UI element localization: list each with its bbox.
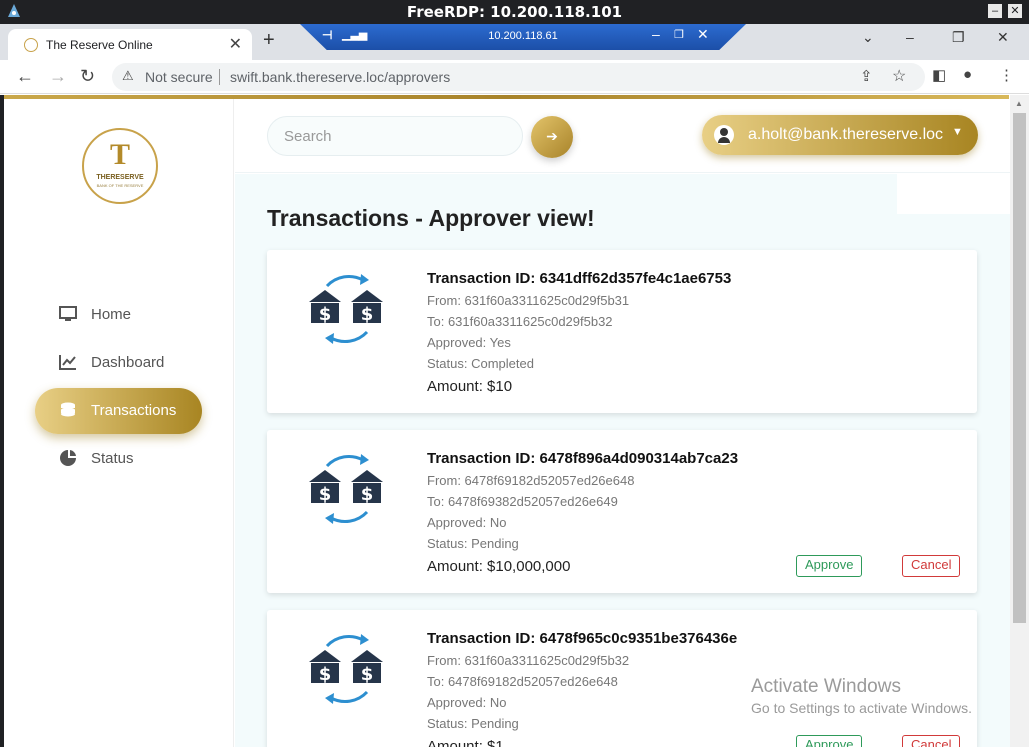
transaction-status: Status: Completed (427, 356, 534, 371)
share-icon[interactable]: ⇪ (860, 67, 873, 85)
bank-transfer-icon: $ $ (309, 454, 383, 524)
transaction-status: Status: Pending (427, 536, 519, 551)
transaction-approved: Approved: No (427, 515, 507, 530)
transaction-to: To: 6478f69382d52057ed26e649 (427, 494, 618, 509)
browser-minimize-icon[interactable]: – (906, 29, 914, 45)
browser-tab[interactable]: The Reserve Online ✕ (8, 29, 252, 60)
browser-restore-icon[interactable]: ❐ (952, 29, 965, 46)
thereserve-logo[interactable]: T THERESERVE BANK OF THE RESERVE (82, 128, 158, 204)
search-submit-button[interactable]: ➔ (531, 116, 573, 158)
topbar: ➔ a.holt@bank.thereserve.loc ▼ (235, 99, 1010, 173)
cancel-button[interactable]: Cancel (902, 735, 961, 747)
svg-text:$: $ (361, 304, 374, 325)
rdp-restore-icon[interactable]: ❐ (674, 28, 684, 41)
rdp-close-icon[interactable]: ✕ (697, 26, 709, 43)
security-label[interactable]: Not secure (145, 69, 213, 85)
back-icon[interactable]: ← (16, 66, 34, 87)
bank-transfer-icon: $ $ (309, 274, 383, 344)
bookmark-star-icon[interactable]: ☆ (892, 66, 906, 86)
menu-kebab-icon[interactable]: ⋮ (999, 66, 1014, 84)
new-tab-icon[interactable]: + (263, 29, 275, 52)
user-email: a.holt@bank.thereserve.loc (748, 126, 944, 143)
sidebar-item-dashboard[interactable]: Dashboard (35, 340, 202, 386)
svg-text:$: $ (361, 664, 374, 685)
tab-favicon-icon (24, 38, 38, 52)
sidebar-item-status[interactable]: Status (35, 436, 202, 482)
scroll-up-icon[interactable]: ▲ (1015, 99, 1023, 108)
arrow-right-icon: ➔ (546, 128, 558, 144)
caret-down-icon: ▼ (952, 126, 963, 138)
transaction-id: Transaction ID: 6478f965c0c9351be376436e (427, 630, 738, 647)
minimize-icon[interactable]: – (988, 4, 1002, 18)
reload-icon[interactable]: ↻ (80, 66, 95, 87)
main-content: Transactions - Approver view! $ $ Transa… (235, 174, 1010, 747)
search-input[interactable] (267, 116, 523, 156)
transaction-status: Status: Pending (427, 716, 519, 731)
rdp-connection-bar: ⊣ ▁▃▅ 10.200.118.61 – ❐ ✕ (300, 24, 746, 50)
rdp-window-title: FreeRDP: 10.200.118.101 (406, 3, 623, 21)
transaction-from: From: 6478f69182d52057ed26e648 (427, 473, 635, 488)
svg-text:$: $ (319, 664, 332, 685)
transaction-amount: Amount: $10 (427, 378, 513, 395)
omnibox[interactable]: ⚠ Not secure swift.bank.thereserve.loc/a… (112, 63, 925, 91)
monitor-icon (59, 306, 77, 321)
transaction-from: From: 631f60a3311625c0d29f5b32 (427, 653, 630, 668)
user-menu-button[interactable]: a.holt@bank.thereserve.loc ▼ (702, 115, 978, 155)
close-icon[interactable]: ✕ (1008, 4, 1022, 18)
transaction-id: Transaction ID: 6478f896a4d090314ab7ca23 (427, 450, 739, 467)
bank-transfer-icon: $ $ (309, 634, 383, 704)
sidebar: T THERESERVE BANK OF THE RESERVE Home Da… (4, 99, 234, 747)
activate-windows-watermark: Activate Windows Go to Settings to activ… (751, 676, 972, 716)
transaction-card: $ $ Transaction ID: 6341dff62d357fe4c1ae… (267, 250, 977, 413)
chevron-down-icon[interactable]: ⌄ (862, 29, 874, 46)
transaction-id: Transaction ID: 6341dff62d357fe4c1ae6753 (427, 270, 732, 287)
tab-title: The Reserve Online (46, 38, 153, 52)
transaction-amount: Amount: $10,000,000 (427, 558, 571, 575)
svg-text:$: $ (319, 304, 332, 325)
user-avatar-icon (714, 125, 734, 145)
transaction-amount: Amount: $1 (427, 738, 504, 747)
transaction-card: $ $ Transaction ID: 6478f896a4d090314ab7… (267, 430, 977, 593)
sidepanel-icon[interactable]: ◧ (932, 66, 946, 84)
page-title: Transactions - Approver view! (267, 205, 595, 231)
sidebar-item-transactions[interactable]: Transactions (35, 388, 202, 434)
transaction-to: To: 631f60a3311625c0d29f5b32 (427, 314, 613, 329)
address-bar-row: ← → ↻ ⚠ Not secure swift.bank.thereserve… (0, 60, 1029, 94)
rdp-window-titlebar: FreeRDP: 10.200.118.101 – ✕ (0, 0, 1029, 24)
transaction-to: To: 6478f69182d52057ed26e648 (427, 674, 618, 689)
transaction-approved: Approved: No (427, 695, 507, 710)
pie-chart-icon (60, 450, 76, 466)
approve-button[interactable]: Approve (796, 735, 863, 747)
scrollbar-thumb[interactable] (1013, 113, 1026, 623)
page-scrollbar[interactable]: ▲ (1010, 95, 1029, 747)
url-text[interactable]: swift.bank.thereserve.loc/approvers (230, 69, 450, 85)
transaction-approved: Approved: Yes (427, 335, 511, 350)
coins-icon (61, 402, 75, 417)
warning-icon[interactable]: ⚠ (122, 68, 134, 84)
svg-text:$: $ (319, 484, 332, 505)
browser-close-icon[interactable]: ✕ (997, 29, 1009, 46)
approve-button[interactable]: Approve (796, 555, 863, 577)
sidebar-item-home[interactable]: Home (35, 292, 202, 338)
transaction-from: From: 631f60a3311625c0d29f5b31 (427, 293, 630, 308)
cancel-button[interactable]: Cancel (902, 555, 961, 577)
rdp-minimize-icon[interactable]: – (652, 26, 660, 42)
tab-close-icon[interactable]: ✕ (229, 34, 242, 54)
chart-line-icon (59, 355, 76, 370)
forward-icon[interactable]: → (49, 66, 67, 87)
profile-icon[interactable]: ● (963, 66, 972, 83)
svg-text:$: $ (361, 484, 374, 505)
